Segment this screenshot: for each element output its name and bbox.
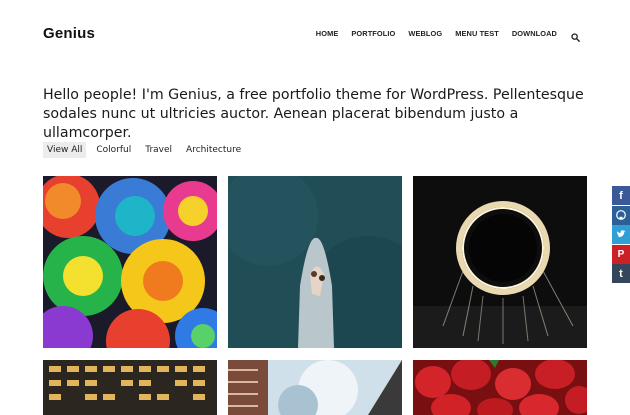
portfolio-item-couple-rock[interactable] bbox=[228, 176, 402, 348]
main-nav: HOME PORTFOLIO WEBLOG MENU TEST DOWNLOAD bbox=[303, 29, 580, 42]
portfolio-item-building[interactable] bbox=[43, 360, 217, 415]
filter-view-all[interactable]: View All bbox=[43, 142, 87, 158]
pinterest-button[interactable]: P bbox=[612, 244, 630, 264]
buildings-sky-image bbox=[228, 360, 402, 415]
roses-image bbox=[43, 176, 217, 348]
twitter-button[interactable] bbox=[612, 225, 630, 244]
nav-download[interactable]: DOWNLOAD bbox=[512, 29, 557, 38]
portfolio-item-strawberries[interactable] bbox=[413, 360, 587, 415]
social-share-bar: f P t bbox=[612, 186, 630, 284]
intro-text: Hello people! I'm Genius, a free portfol… bbox=[43, 87, 584, 141]
portfolio-item-roses[interactable] bbox=[43, 176, 217, 348]
github-icon bbox=[616, 210, 626, 220]
site-logo[interactable]: Genius bbox=[43, 25, 95, 42]
couple-rock-image bbox=[228, 176, 402, 348]
tumblr-button[interactable]: t bbox=[612, 264, 630, 283]
light-circle-image bbox=[413, 176, 587, 348]
facebook-button[interactable]: f bbox=[612, 186, 630, 205]
filter-architecture[interactable]: Architecture bbox=[182, 142, 245, 158]
nav-portfolio[interactable]: PORTFOLIO bbox=[351, 29, 395, 38]
filter-travel[interactable]: Travel bbox=[141, 142, 176, 158]
nav-weblog[interactable]: WEBLOG bbox=[408, 29, 442, 38]
search-icon[interactable] bbox=[571, 29, 580, 42]
filter-colorful[interactable]: Colorful bbox=[92, 142, 135, 158]
facebook-icon: f bbox=[619, 189, 623, 202]
portfolio-item-buildings-sky[interactable] bbox=[228, 360, 402, 415]
portfolio-item-light-circle[interactable] bbox=[413, 176, 587, 348]
pinterest-icon: P bbox=[617, 248, 625, 260]
tumblr-icon: t bbox=[619, 267, 623, 280]
nav-home[interactable]: HOME bbox=[316, 29, 339, 38]
github-button[interactable] bbox=[612, 205, 630, 225]
nav-menu-test[interactable]: MENU TEST bbox=[455, 29, 499, 38]
portfolio-filters: View All Colorful Travel Architecture bbox=[43, 142, 251, 158]
strawberries-image bbox=[413, 360, 587, 415]
twitter-icon bbox=[616, 230, 626, 238]
building-image bbox=[43, 360, 217, 415]
